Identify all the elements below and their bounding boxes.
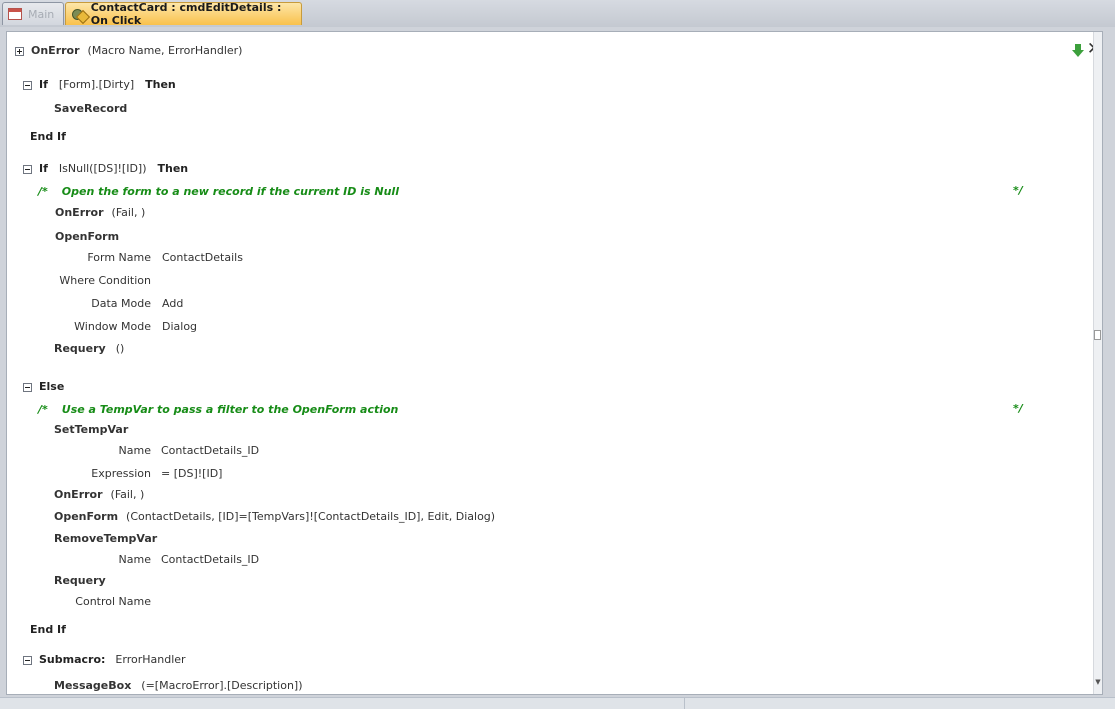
openform-action[interactable]: OpenForm xyxy=(55,229,119,245)
tab-main[interactable]: Main xyxy=(2,2,64,25)
collapse-icon[interactable] xyxy=(23,164,32,174)
action-args: () xyxy=(115,342,125,355)
action-args: (ContactDetails, [ID]=[TempVars]![Contac… xyxy=(126,510,496,523)
settempvar-action[interactable]: SetTempVar xyxy=(54,422,128,438)
tab-macro-label: ContactCard : cmdEditDetails : On Click xyxy=(90,1,282,27)
comment-open: /* xyxy=(38,403,48,416)
expand-icon[interactable] xyxy=(15,46,24,56)
onerror-action-row[interactable]: OnError (Fail, ) xyxy=(54,487,144,503)
else-keyword: Else xyxy=(39,380,65,393)
if-block-header[interactable]: If IsNull([DS]![ID]) Then xyxy=(23,161,188,177)
param-value[interactable]: ContactDetails_ID xyxy=(161,552,259,568)
param-label: Where Condition xyxy=(59,274,151,287)
action-name: OnError xyxy=(31,44,80,57)
if-block-header[interactable]: If [Form].[Dirty] Then xyxy=(23,77,176,93)
comment-text: Open the form to a new record if the cur… xyxy=(61,185,399,198)
tab-main-label: Main xyxy=(28,7,55,21)
vertical-scrollbar[interactable]: ▼ xyxy=(1093,32,1102,694)
action-name: OnError xyxy=(55,206,104,219)
param-label: Name xyxy=(118,444,151,457)
action-args: (Fail, ) xyxy=(111,206,146,219)
form-icon xyxy=(8,8,22,20)
status-bar xyxy=(0,697,1115,709)
scroll-down-icon[interactable]: ▼ xyxy=(1094,678,1102,686)
action-args: (Macro Name, ErrorHandler) xyxy=(87,44,243,57)
move-down-icon[interactable] xyxy=(1072,44,1084,58)
status-divider xyxy=(684,698,685,709)
scroll-thumb[interactable] xyxy=(1094,330,1101,340)
action-name: OpenForm xyxy=(54,510,119,523)
action-name: Requery xyxy=(54,342,106,355)
macro-icon xyxy=(71,7,85,21)
comment-close: */ xyxy=(1013,402,1023,415)
collapse-icon[interactable] xyxy=(23,80,32,90)
onerror-action-row[interactable]: OnError (Fail, ) xyxy=(55,205,145,221)
collapse-icon[interactable] xyxy=(23,655,32,665)
param-value[interactable]: Dialog xyxy=(162,319,197,335)
param-label: Control Name xyxy=(75,595,151,608)
param-label: Window Mode xyxy=(74,320,151,333)
submacro-name[interactable]: ErrorHandler xyxy=(115,653,185,666)
if-condition[interactable]: IsNull([DS]![ID]) xyxy=(59,162,147,175)
comment-row[interactable]: /* Use a TempVar to pass a filter to the … xyxy=(38,402,398,418)
param-label: Name xyxy=(118,553,151,566)
param-value[interactable]: = [DS]![ID] xyxy=(161,466,222,482)
if-keyword: If xyxy=(39,78,48,91)
onerror-top-row[interactable]: OnError (Macro Name, ErrorHandler) xyxy=(15,43,242,59)
if-condition[interactable]: [Form].[Dirty] xyxy=(59,78,134,91)
end-if-keyword: End If xyxy=(30,623,66,636)
comment-text: Use a TempVar to pass a filter to the Op… xyxy=(61,403,399,416)
param-value[interactable]: ContactDetails xyxy=(162,250,243,266)
param-label: Expression xyxy=(91,467,151,480)
action-name: MessageBox xyxy=(54,679,132,692)
macro-designer-pane: ✕ OnError(Macro Name, ErrorHandler) If[F… xyxy=(6,31,1103,695)
submacro-keyword: Submacro: xyxy=(39,653,106,666)
then-keyword: Then xyxy=(145,78,176,91)
action-args: (Fail, ) xyxy=(110,488,145,501)
comment-close: */ xyxy=(1013,184,1023,197)
submacro-header[interactable]: Submacro: ErrorHandler xyxy=(23,652,186,668)
param-value[interactable]: ContactDetails_ID xyxy=(161,443,259,459)
document-tab-bar: Main ContactCard : cmdEditDetails : On C… xyxy=(0,0,1115,27)
action-args: (=[MacroError].[Description]) xyxy=(141,679,303,692)
removetempvar-action[interactable]: RemoveTempVar xyxy=(54,531,157,547)
param-value[interactable]: Add xyxy=(162,296,183,312)
openform-action-row[interactable]: OpenForm (ContactDetails, [ID]=[TempVars]… xyxy=(54,509,495,525)
param-label: Form Name xyxy=(87,251,151,264)
requery-action-row[interactable]: Requery () xyxy=(54,341,124,357)
collapse-icon[interactable] xyxy=(23,382,32,392)
action-name: OnError xyxy=(54,488,103,501)
if-keyword: If xyxy=(39,162,48,175)
tab-macro-editor[interactable]: ContactCard : cmdEditDetails : On Click xyxy=(65,1,302,27)
param-label: Data Mode xyxy=(91,297,151,310)
requery-action[interactable]: Requery xyxy=(54,573,106,589)
end-if-keyword: End If xyxy=(30,130,66,143)
comment-open: /* xyxy=(38,185,48,198)
then-keyword: Then xyxy=(157,162,189,175)
messagebox-action-row[interactable]: MessageBox (=[MacroError].[Description]) xyxy=(54,678,303,694)
saverecord-action[interactable]: SaveRecord xyxy=(54,101,127,117)
else-block-header[interactable]: Else xyxy=(23,379,64,395)
comment-row[interactable]: /* Open the form to a new record if the c… xyxy=(38,184,399,200)
